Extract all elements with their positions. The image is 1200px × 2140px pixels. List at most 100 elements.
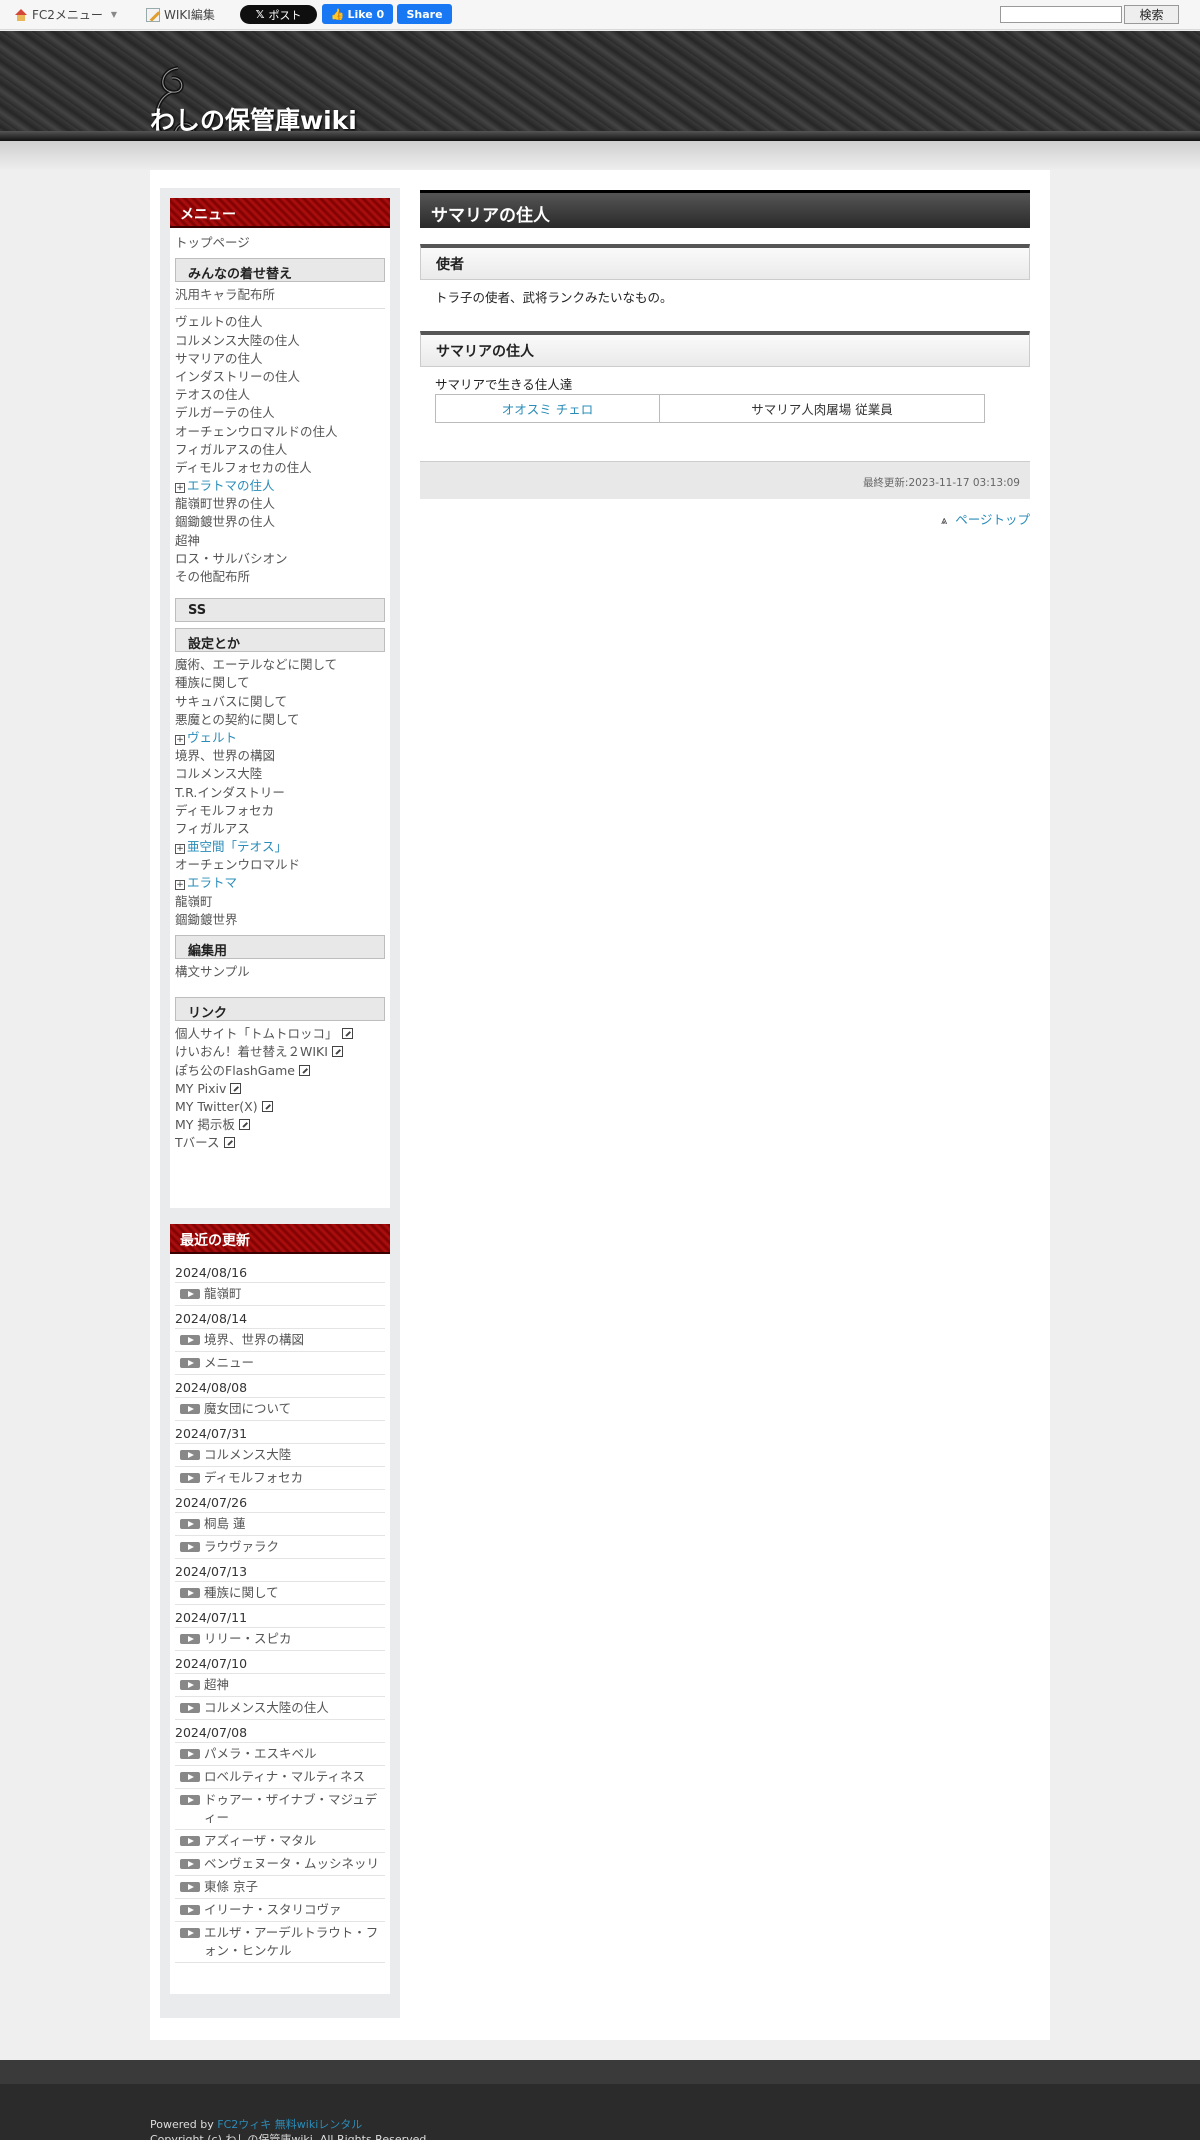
menu-item-generic-chars[interactable]: 汎用キャラ配布所 (175, 286, 385, 304)
recent-item[interactable]: 超神 (175, 1674, 385, 1697)
menu-item[interactable]: 魔術、エーテルなどに関して (175, 656, 385, 674)
menu-item[interactable]: インダストリーの住人 (175, 368, 385, 386)
recent-item-label: ドゥアー・ザイナブ・マジュディー (204, 1792, 378, 1825)
site-title[interactable]: わしの保管庫wiki (150, 101, 357, 137)
arrow-icon (180, 1749, 200, 1759)
menu-item[interactable]: ロス・サルバシオン (175, 550, 385, 568)
recent-updates-heading: 最近の更新 (170, 1224, 390, 1254)
facebook-share-button[interactable]: Share (397, 4, 452, 24)
resident-name-link[interactable]: オオスミ チェロ (502, 402, 593, 417)
recent-date: 2024/07/31 (175, 1423, 385, 1444)
menu-item-expandable[interactable]: + ヴェルト (175, 729, 385, 747)
menu-item[interactable]: オーチェンウロマルド (175, 856, 385, 874)
external-link-icon (341, 1028, 353, 1040)
menu-item-expandable[interactable]: + エラトマ (175, 874, 385, 892)
menu-item[interactable]: T.R.インダストリー (175, 784, 385, 802)
menu-item[interactable]: サキュバスに関して (175, 693, 385, 711)
menu-item[interactable]: コルメンス大陸 (175, 765, 385, 783)
recent-item-label: イリーナ・スタリコヴァ (204, 1902, 342, 1917)
facebook-like-button[interactable]: 👍 Like 0 (322, 4, 393, 24)
menu-item[interactable]: 龍嶺町世界の住人 (175, 495, 385, 513)
menu-item[interactable]: 境界、世界の構図 (175, 747, 385, 765)
menu-item[interactable]: 種族に関して (175, 674, 385, 692)
x-post-button[interactable]: 𝕏 ポスト (240, 5, 317, 24)
menu-item[interactable]: ヴェルトの住人 (175, 313, 385, 331)
wiki-edit-link[interactable]: WIKI編集 (146, 6, 215, 23)
arrow-icon (180, 1795, 200, 1805)
page-top-link[interactable]: ⩓ ページトップ (420, 509, 1030, 528)
arrow-icon (180, 1404, 200, 1414)
menu-item[interactable]: 悪魔との契約に関して (175, 711, 385, 729)
recent-item-label: 境界、世界の構図 (204, 1332, 305, 1347)
expand-plus-icon[interactable]: + (175, 734, 185, 745)
recent-item[interactable]: ドゥアー・ザイナブ・マジュディー (175, 1789, 385, 1830)
recent-item[interactable]: 桐島 蓮 (175, 1513, 385, 1536)
recent-item[interactable]: 東條 京子 (175, 1876, 385, 1899)
menu-item[interactable]: サマリアの住人 (175, 350, 385, 368)
recent-item[interactable]: 種族に関して (175, 1582, 385, 1605)
recent-item[interactable]: コルメンス大陸 (175, 1444, 385, 1467)
recent-item[interactable]: パメラ・エスキベル (175, 1743, 385, 1766)
arrow-icon (180, 1473, 200, 1483)
external-link[interactable]: Tバース (175, 1134, 385, 1152)
external-link-icon (261, 1100, 273, 1112)
menu-section-settings: 設定とか (175, 628, 385, 653)
menu-item-expandable[interactable]: + 亜空間「テオス」 (175, 838, 385, 856)
expand-plus-icon[interactable]: + (175, 844, 185, 855)
search-input[interactable] (1000, 6, 1122, 23)
recent-item[interactable]: メニュー (175, 1352, 385, 1375)
link-label: ぽち公のFlashGame (175, 1062, 295, 1078)
external-link[interactable]: 個人サイト「トムトロッコ」 (175, 1025, 385, 1043)
search-button[interactable]: 検索 (1124, 5, 1179, 24)
recent-item[interactable]: 境界、世界の構図 (175, 1329, 385, 1352)
recent-item[interactable]: ロベルティナ・マルティネス (175, 1766, 385, 1789)
recent-item[interactable]: リリー・スピカ (175, 1628, 385, 1651)
external-link[interactable]: MY Pixiv (175, 1080, 385, 1098)
recent-item[interactable]: イリーナ・スタリコヴァ (175, 1899, 385, 1922)
menu-item[interactable]: 錮鋤鍍世界 (175, 911, 385, 929)
arrow-icon (180, 1882, 200, 1892)
recent-item[interactable]: エルザ・アーデルトラウト・フォン・ヒンケル (175, 1922, 385, 1963)
external-link[interactable]: ぽち公のFlashGame (175, 1062, 385, 1080)
recent-item[interactable]: 魔女団について (175, 1398, 385, 1421)
menu-item[interactable]: オーチェンウロマルドの住人 (175, 423, 385, 441)
recent-item-label: 魔女団について (204, 1401, 292, 1416)
menu-item[interactable]: ディモルフォセカの住人 (175, 459, 385, 477)
recent-item[interactable]: ラウヴァラク (175, 1536, 385, 1559)
up-arrow-icon: ⩓ (941, 514, 948, 527)
recent-item[interactable]: ディモルフォセカ (175, 1467, 385, 1490)
recent-item[interactable]: ベンヴェヌータ・ムッシネッリ (175, 1853, 385, 1876)
recent-item-label: エルザ・アーデルトラウト・フォン・ヒンケル (204, 1925, 379, 1958)
recent-item[interactable]: コルメンス大陸の住人 (175, 1697, 385, 1720)
menu-item[interactable]: デルガーテの住人 (175, 404, 385, 422)
expand-plus-icon[interactable]: + (175, 880, 185, 891)
menu-item[interactable]: テオスの住人 (175, 386, 385, 404)
menu-item[interactable]: フィガルアスの住人 (175, 441, 385, 459)
menu-item[interactable]: フィガルアス (175, 820, 385, 838)
menu-item[interactable]: コルメンス大陸の住人 (175, 332, 385, 350)
menu-item-expandable[interactable]: + エラトマの住人 (175, 477, 385, 495)
menu-list: トップページ みんなの着せ替え 汎用キャラ配布所 ヴェルトの住人 コルメンス大陸… (170, 228, 390, 1159)
menu-item[interactable]: 超神 (175, 532, 385, 550)
resident-name-cell[interactable]: オオスミ チェロ (435, 394, 660, 423)
recent-item-label: 龍嶺町 (204, 1286, 242, 1301)
external-link[interactable]: MY 掲示板 (175, 1116, 385, 1134)
menu-item-top[interactable]: トップページ (175, 234, 385, 252)
expand-plus-icon[interactable]: + (175, 483, 185, 494)
menu-item[interactable]: 錮鋤鍍世界の住人 (175, 513, 385, 531)
menu-item[interactable]: 構文サンプル (175, 963, 385, 981)
recent-item[interactable]: アズィーザ・マタル (175, 1830, 385, 1853)
external-link[interactable]: MY Twitter(X) (175, 1098, 385, 1116)
menu-item[interactable]: 龍嶺町 (175, 893, 385, 911)
external-link[interactable]: けいおん！着せ替え２WIKI (175, 1043, 385, 1061)
menu-item[interactable]: ディモルフォセカ (175, 802, 385, 820)
arrow-icon (180, 1836, 200, 1846)
recent-date: 2024/07/13 (175, 1561, 385, 1582)
menu-item[interactable]: その他配布所 (175, 568, 385, 586)
external-link-icon (223, 1137, 235, 1149)
link-label: けいおん！着せ替え２WIKI (175, 1044, 328, 1060)
copyright: Copyright (c) わしの保管庫wiki. All Rights Res… (150, 2133, 430, 2140)
fc2-wiki-link[interactable]: FC2ウィキ 無料wikiレンタル (217, 2118, 362, 2131)
fc2-menu[interactable]: FC2メニュー ▼ (14, 6, 117, 23)
recent-item[interactable]: 龍嶺町 (175, 1283, 385, 1306)
